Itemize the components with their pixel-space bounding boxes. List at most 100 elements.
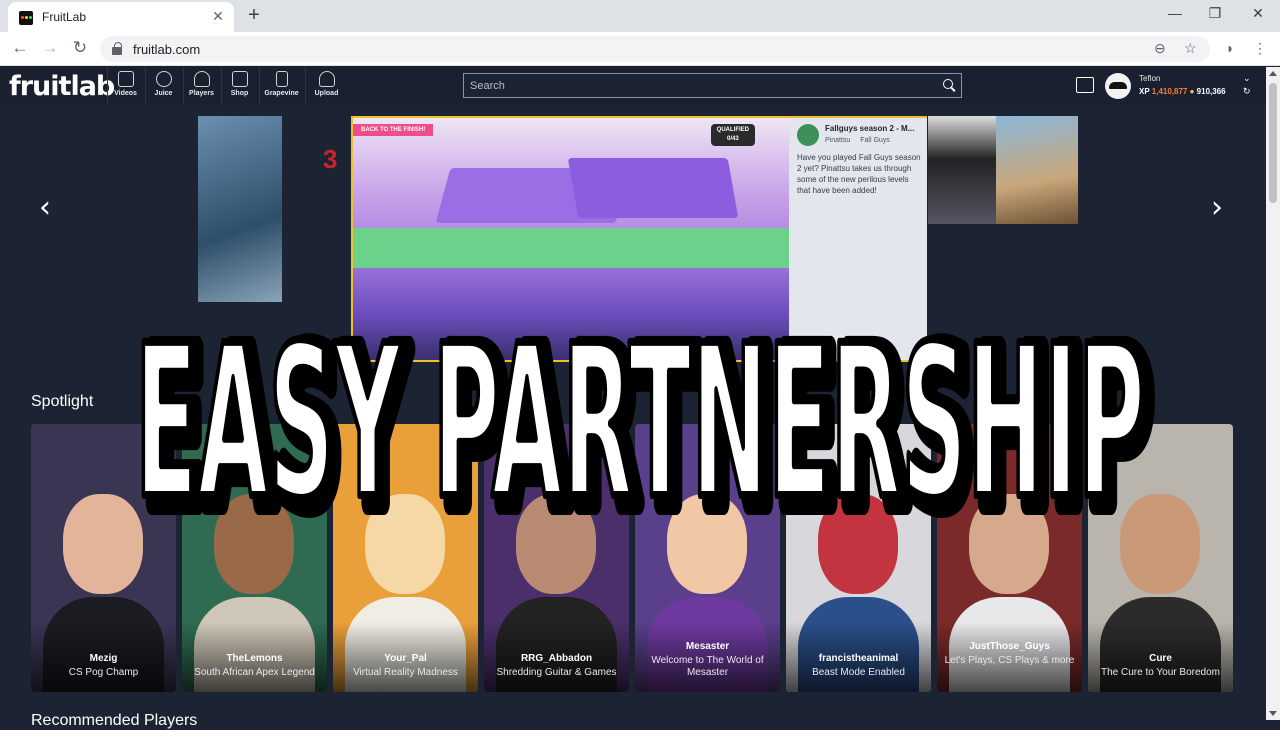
carousel-thumb[interactable]	[928, 116, 996, 224]
scroll-thumb[interactable]	[1269, 83, 1277, 203]
nav-shop[interactable]: Shop	[221, 67, 257, 105]
creator-tagline: Beast Mode Enabled	[812, 667, 905, 678]
creator-name[interactable]: TheLemons	[182, 653, 327, 664]
nav-label: Videos	[114, 90, 137, 97]
browser-tab[interactable]: FruitLab ✕	[8, 2, 234, 32]
spotlight-card[interactable]: Mesaster Welcome to The World of Mesaster	[635, 424, 780, 692]
creator-face-shape	[516, 494, 596, 594]
bookmark-star-icon[interactable]: ☆	[1184, 40, 1197, 57]
featured-title[interactable]: Fallguys season 2 - M...	[825, 124, 923, 133]
spotlight-card[interactable]: TheLemons South African Apex Legend	[182, 424, 327, 692]
nav-label: Players	[189, 90, 214, 97]
reload-icon[interactable]: ↻	[70, 38, 90, 58]
video-icon	[117, 71, 134, 87]
site-header: fruitlab Videos Juice Players Shop Grape…	[0, 67, 1266, 105]
creator-name[interactable]: Mesaster	[635, 641, 780, 652]
game-ground-shape	[353, 228, 789, 268]
xp-display: XP 1,410,877 ● 910,366	[1139, 87, 1226, 96]
section-title-spotlight: Spotlight	[31, 393, 94, 410]
spotlight-card[interactable]: Mezig CS Pog Champ	[31, 424, 176, 692]
channel-avatar[interactable]	[797, 124, 819, 146]
creator-face-shape	[667, 494, 747, 594]
site-search	[463, 73, 962, 98]
featured-info-panel: Fallguys season 2 - M... Pinattsu Fall G…	[791, 118, 927, 360]
game-name[interactable]: Fall Guys	[860, 137, 890, 144]
carousel-thumb[interactable]	[198, 116, 282, 302]
featured-description: Have you played Fall Guys season 2 yet? …	[797, 153, 921, 195]
minimize-button[interactable]: —	[1160, 5, 1190, 21]
scroll-down-icon[interactable]	[1269, 711, 1277, 716]
scroll-up-icon[interactable]	[1269, 71, 1277, 76]
spotlight-card[interactable]: Cure The Cure to Your Boredom	[1088, 424, 1233, 692]
creator-name[interactable]: Cure	[1088, 653, 1233, 664]
creator-tagline: South African Apex Legend	[194, 667, 315, 678]
coin-value: 910,366	[1196, 87, 1226, 96]
new-tab-button[interactable]: +	[244, 4, 264, 27]
creator-face-shape	[63, 494, 143, 594]
rank-number: 3	[323, 144, 338, 174]
nav-players[interactable]: Players	[183, 67, 219, 105]
page-scrollbar[interactable]	[1266, 67, 1280, 720]
nav-label: Juice	[154, 90, 173, 97]
nav-label: Upload	[314, 90, 339, 97]
carousel-prev-button[interactable]: ‹	[30, 190, 60, 225]
qualified-label: QUALIFIED	[716, 127, 749, 133]
search-input[interactable]	[464, 74, 934, 97]
creator-face-shape	[365, 494, 445, 594]
creator-face-shape	[969, 494, 1049, 594]
browser-tab-bar: FruitLab ✕ + — ❐ ✕	[0, 0, 1280, 32]
creator-face-shape	[214, 494, 294, 594]
creator-name[interactable]: francistheanimal	[786, 653, 931, 664]
tab-close-icon[interactable]: ✕	[210, 8, 226, 25]
nav-videos[interactable]: Videos	[107, 67, 143, 105]
coin-icon: ●	[1189, 87, 1195, 96]
section-title-recommended: Recommended Players	[31, 712, 198, 729]
back-arrow-icon[interactable]: ←	[10, 38, 30, 58]
spotlight-card[interactable]: Your_Pal Virtual Reality Madness	[333, 424, 478, 692]
carousel-next-button[interactable]: ›	[1202, 190, 1232, 225]
channel-name[interactable]: Pinattsu	[825, 137, 850, 144]
browser-menu-icon[interactable]: ⋮	[1250, 40, 1270, 57]
zoom-icon[interactable]: ⊖	[1154, 40, 1166, 57]
tab-title: FruitLab	[42, 10, 87, 24]
maximize-button[interactable]: ❐	[1200, 5, 1230, 22]
spotlight-card[interactable]: JustThose_Guys Let's Plays, CS Plays & mo…	[937, 424, 1082, 692]
creator-tagline: Shredding Guitar & Games	[496, 667, 617, 678]
creator-name[interactable]: Your_Pal	[333, 653, 478, 664]
stream-icon[interactable]	[1076, 77, 1094, 93]
qualified-value: 0/43	[726, 136, 739, 142]
carousel-thumb[interactable]	[996, 116, 1078, 224]
creator-tagline: Virtual Reality Madness	[353, 667, 458, 678]
creator-tagline: The Cure to Your Boredom	[1101, 667, 1220, 678]
extension-icon[interactable]: ◗	[1220, 40, 1240, 56]
featured-video-thumbnail[interactable]: BACK TO THE FINISH! QUALIFIED 0/43	[353, 118, 789, 360]
creator-face-shape	[1120, 494, 1200, 594]
url-text: fruitlab.com	[133, 42, 201, 57]
xp-label: XP	[1139, 87, 1150, 96]
nav-juice[interactable]: Juice	[145, 67, 181, 105]
chevron-down-icon[interactable]: ⌄	[1243, 73, 1251, 84]
spotlight-card[interactable]: francistheanimal Beast Mode Enabled	[786, 424, 931, 692]
nav-grapevine[interactable]: Grapevine	[259, 67, 303, 105]
browser-toolbar: ← → ↻ fruitlab.com ⊖ ☆ ◗ ⋮	[0, 32, 1280, 66]
address-bar[interactable]: fruitlab.com ⊖ ☆	[100, 36, 1210, 62]
lock-icon	[112, 42, 122, 55]
refresh-icon[interactable]: ↻	[1243, 86, 1251, 97]
forward-arrow-icon[interactable]: →	[40, 38, 60, 58]
fruitlab-logo[interactable]: fruitlab	[9, 71, 115, 102]
username: Teflon	[1139, 74, 1161, 83]
nav-upload[interactable]: Upload	[305, 67, 347, 105]
featured-video[interactable]: BACK TO THE FINISH! QUALIFIED 0/43 Fallg…	[351, 116, 927, 362]
chat-icon	[155, 71, 172, 87]
creator-name[interactable]: JustThose_Guys	[937, 641, 1082, 652]
creator-name[interactable]: RRG_Abbadon	[484, 653, 629, 664]
creator-name[interactable]: Mezig	[31, 653, 176, 664]
avatar[interactable]	[1105, 73, 1131, 99]
qualified-counter: QUALIFIED 0/43	[710, 124, 755, 146]
game-platform-shape	[567, 158, 739, 218]
player-icon	[193, 71, 210, 87]
xp-value: 1,410,877	[1151, 87, 1188, 96]
spotlight-card[interactable]: RRG_Abbadon Shredding Guitar & Games	[484, 424, 629, 692]
search-icon[interactable]	[943, 79, 955, 91]
close-window-button[interactable]: ✕	[1243, 5, 1273, 22]
